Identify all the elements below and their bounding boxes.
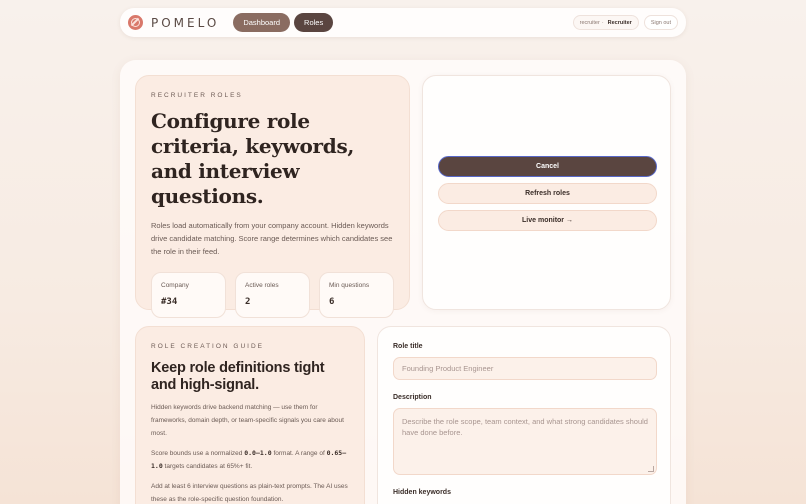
description-label: Description	[393, 394, 432, 401]
sign-out-button[interactable]: Sign out	[643, 15, 678, 30]
actions-card: Cancel Refresh roles Live monitor →	[422, 75, 671, 310]
guide-text: format. A range of	[271, 450, 327, 457]
page-title: Configure role criteria, keywords, and i…	[151, 109, 355, 208]
stat-label: Company	[161, 282, 189, 289]
role-creation-guide: ROLE CREATION GUIDE Keep role definition…	[135, 326, 365, 504]
stat-active-roles: Active roles 2	[235, 272, 310, 318]
user-chip: recruiter · Recruiter	[572, 15, 639, 30]
score-format-code: 0.0–1.0	[244, 449, 272, 457]
guide-paragraph-questions: Add at least 6 interview questions as pl…	[151, 483, 348, 503]
stat-value: #34	[161, 297, 178, 307]
hidden-keywords-label: Hidden keywords	[393, 489, 451, 496]
stat-company: Company #34	[151, 272, 226, 318]
role-title-label: Role title	[393, 343, 423, 350]
guide-eyebrow: ROLE CREATION GUIDE	[151, 343, 265, 350]
resize-handle-icon[interactable]	[648, 466, 654, 472]
description-textarea[interactable]: Describe the role scope, team context, a…	[393, 408, 657, 475]
guide-text: Score bounds use a normalized	[151, 450, 245, 457]
pomelo-logo-icon	[128, 15, 143, 30]
stats-row: Company #34 Active roles 2 Min questions…	[151, 272, 394, 318]
stat-value: 6	[329, 297, 335, 307]
top-navigation: POMELO Dashboard Roles recruiter · Recru…	[120, 8, 686, 37]
role-title-input[interactable]: Founding Product Engineer	[393, 357, 657, 380]
brand-name: POMELO	[151, 15, 220, 30]
role-form: Role title Founding Product Engineer Des…	[377, 326, 671, 504]
stat-min-questions: Min questions 6	[319, 272, 394, 318]
user-role: Recruiter	[607, 19, 632, 26]
nav-dashboard-button[interactable]: Dashboard	[233, 13, 291, 32]
refresh-roles-button[interactable]: Refresh roles	[438, 183, 657, 204]
stat-label: Min questions	[329, 282, 370, 289]
stat-value: 2	[245, 297, 251, 307]
hero-card: RECRUITER ROLES Configure role criteria,…	[135, 75, 410, 318]
guide-paragraph-keywords: Hidden keywords drive backend matching —…	[151, 404, 344, 437]
user-separator: ·	[601, 19, 604, 26]
hero-description: Roles load automatically from your compa…	[151, 221, 393, 256]
user-name: recruiter	[579, 19, 600, 26]
cancel-button[interactable]: Cancel	[438, 156, 657, 177]
guide-title: Keep role definitions tight and high-sig…	[151, 360, 325, 393]
brand-logo[interactable]: POMELO	[128, 15, 219, 30]
stat-label: Active roles	[245, 282, 279, 289]
nav-roles-button[interactable]: Roles	[294, 13, 334, 32]
hero-eyebrow: RECRUITER ROLES	[151, 92, 243, 99]
guide-text: targets candidates at 65%+ fit.	[162, 463, 253, 470]
description-placeholder: Describe the role scope, team context, a…	[402, 417, 648, 437]
live-monitor-button[interactable]: Live monitor →	[438, 210, 657, 231]
guide-paragraph-score: Score bounds use a normalized 0.0–1.0 fo…	[151, 447, 349, 473]
